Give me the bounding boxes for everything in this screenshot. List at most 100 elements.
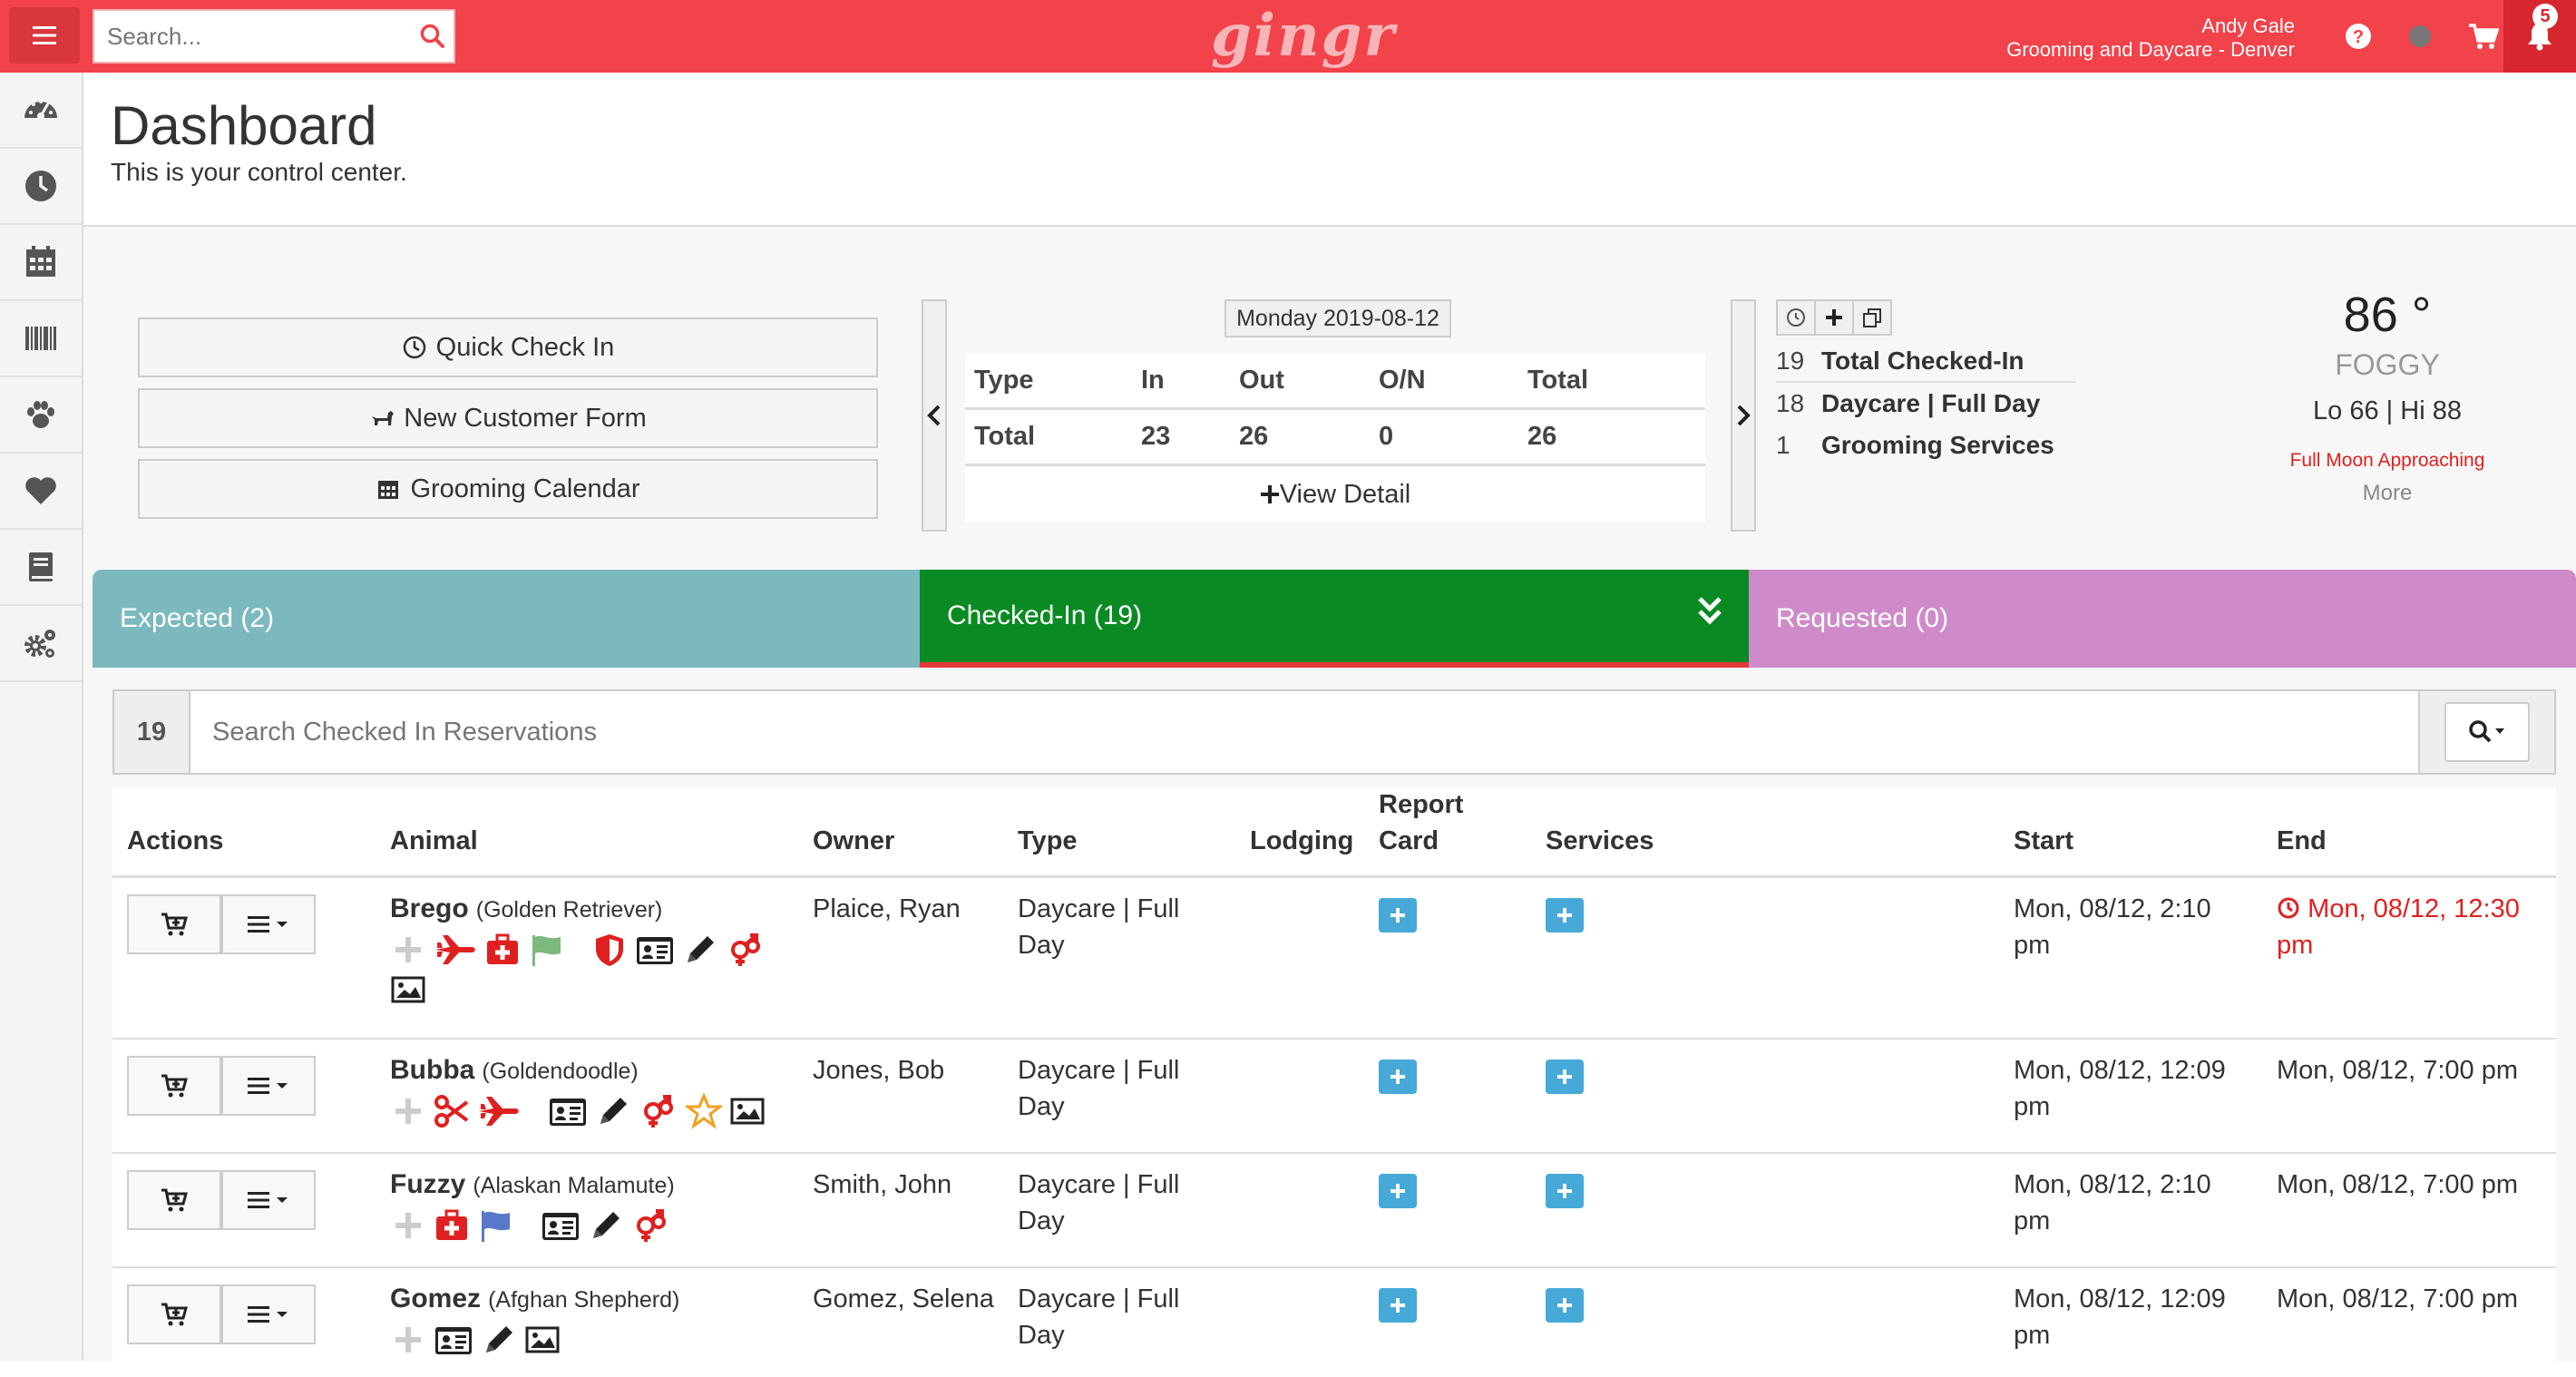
plus-icon — [1390, 908, 1405, 923]
shield-icon[interactable] — [591, 932, 628, 968]
quick-check-in-button[interactable]: Quick Check In — [138, 317, 878, 377]
row-menu-button[interactable] — [221, 1284, 316, 1344]
id-card-icon[interactable] — [548, 1093, 588, 1129]
plus-icon — [1390, 1298, 1405, 1313]
row-cart-button[interactable] — [127, 1284, 221, 1344]
tab-checked-in[interactable]: Checked-In (19) — [920, 570, 1749, 668]
tab-requested[interactable]: Requested (0) — [1749, 570, 2576, 668]
table-row[interactable]: Brego (Golden Retriever) Plaice, Ryan Da… — [112, 878, 2556, 1040]
add-service-button[interactable] — [1546, 1060, 1584, 1094]
id-card-icon[interactable] — [635, 932, 675, 968]
image-icon[interactable] — [524, 1322, 561, 1358]
reservation-search-input[interactable] — [190, 691, 2418, 773]
image-icon[interactable] — [390, 972, 426, 1008]
owner-cell[interactable]: Plaice, Ryan — [813, 891, 961, 927]
medical-kit-icon[interactable] — [484, 932, 521, 968]
table-row[interactable]: Gomez (Afghan Shepherd) Gomez, Selena Da… — [112, 1268, 2556, 1377]
add-report-card-button[interactable] — [1379, 898, 1417, 933]
sidebar-item-favorites[interactable] — [0, 454, 82, 530]
status-dot-icon[interactable] — [2404, 20, 2436, 53]
pencil-icon[interactable] — [588, 1207, 624, 1244]
blue-flag-icon[interactable] — [477, 1207, 513, 1244]
double-chevron-down-icon[interactable] — [1696, 595, 1723, 628]
medical-kit-icon[interactable] — [434, 1207, 470, 1244]
search-icon[interactable] — [411, 11, 454, 62]
hamburger-menu-button[interactable] — [9, 7, 80, 63]
row-cart-button[interactable] — [127, 1056, 221, 1116]
add-service-button[interactable] — [1546, 1174, 1584, 1208]
animal-name[interactable]: Fuzzy — [390, 1169, 465, 1199]
stats-date[interactable]: Monday 2019-08-12 — [1225, 299, 1451, 337]
plus-gray-icon[interactable] — [390, 1207, 426, 1244]
image-icon[interactable] — [729, 1093, 766, 1129]
star-icon[interactable] — [686, 1093, 722, 1129]
plus-gray-icon[interactable] — [390, 932, 426, 968]
plus-gray-icon[interactable] — [390, 1322, 426, 1358]
add-service-button[interactable] — [1546, 1288, 1584, 1323]
previous-day-button[interactable] — [922, 299, 947, 532]
help-icon[interactable]: ? — [2342, 20, 2375, 53]
stats-table: Type In Out O/N Total Total 23 26 0 26 V… — [965, 354, 1705, 522]
animal-name[interactable]: Gomez — [390, 1284, 481, 1314]
new-customer-form-button[interactable]: New Customer Form — [138, 388, 878, 448]
cart-icon[interactable] — [2467, 20, 2500, 53]
pencil-icon[interactable] — [595, 1093, 631, 1129]
notifications-button[interactable]: 5 — [2503, 0, 2576, 73]
row-menu-button[interactable] — [221, 1056, 316, 1116]
table-row[interactable]: Bubba (Goldendoodle) Jones, Bob Daycare … — [112, 1040, 2556, 1154]
tab-expected[interactable]: Expected (2) — [93, 570, 920, 668]
owner-cell[interactable]: Smith, John — [813, 1167, 951, 1203]
user-info[interactable]: Andy Gale Grooming and Daycare - Denver — [2006, 15, 2295, 62]
grooming-calendar-button[interactable]: Grooming Calendar — [138, 459, 878, 519]
end-cell: Mon, 08/12, 7:00 pm — [2277, 1056, 2518, 1085]
sidebar-item-dashboard[interactable] — [0, 73, 82, 149]
history-icon[interactable] — [1776, 299, 1816, 336]
pencil-icon[interactable] — [481, 1322, 517, 1358]
male-female-icon[interactable] — [631, 1207, 671, 1244]
add-report-card-button[interactable] — [1379, 1288, 1417, 1323]
hamburger-icon — [33, 26, 56, 44]
view-detail-link[interactable]: View Detail — [965, 466, 1705, 522]
airplane-icon[interactable] — [477, 1093, 521, 1129]
owner-cell[interactable]: Gomez, Selena — [813, 1281, 994, 1317]
search-options-button[interactable] — [2444, 702, 2530, 762]
scissors-icon[interactable] — [434, 1093, 470, 1129]
sidebar-item-calendar[interactable] — [0, 225, 82, 301]
global-search — [93, 9, 455, 63]
male-female-icon[interactable] — [726, 932, 766, 968]
global-search-input[interactable] — [94, 11, 411, 62]
add-report-card-button[interactable] — [1379, 1060, 1417, 1094]
weather-more-link[interactable]: More — [2269, 481, 2505, 506]
copy-icon[interactable] — [1852, 299, 1892, 336]
id-card-icon[interactable] — [541, 1207, 581, 1244]
dog-icon — [372, 411, 395, 425]
sidebar-item-clock[interactable] — [0, 149, 82, 225]
green-flag-icon[interactable] — [528, 932, 564, 968]
summary-row[interactable]: 1 Grooming Services — [1776, 425, 2075, 466]
row-cart-button[interactable] — [127, 894, 221, 954]
gingr-logo[interactable]: gingr — [1211, 2, 1396, 70]
airplane-icon[interactable] — [434, 932, 477, 968]
sidebar-item-barcode[interactable] — [0, 301, 82, 377]
pencil-icon[interactable] — [682, 932, 718, 968]
sidebar-item-reports[interactable] — [0, 530, 82, 606]
add-icon[interactable] — [1814, 299, 1854, 336]
male-female-icon[interactable] — [639, 1093, 678, 1129]
row-menu-button[interactable] — [221, 1170, 316, 1230]
plus-gray-icon[interactable] — [390, 1093, 426, 1129]
animal-name[interactable]: Bubba — [390, 1055, 474, 1085]
animal-flags-row-2 — [390, 972, 766, 1008]
id-card-icon[interactable] — [434, 1322, 473, 1358]
add-report-card-button[interactable] — [1379, 1174, 1417, 1208]
animal-name[interactable]: Brego — [390, 894, 469, 923]
sidebar-item-settings[interactable] — [0, 606, 82, 682]
row-cart-button[interactable] — [127, 1170, 221, 1230]
summary-row[interactable]: 18 Daycare | Full Day — [1776, 383, 2075, 425]
sidebar-item-animals[interactable] — [0, 377, 82, 454]
summary-row[interactable]: 19 Total Checked-In — [1776, 341, 2075, 383]
table-row[interactable]: Fuzzy (Alaskan Malamute) Smith, John Day… — [112, 1154, 2556, 1268]
owner-cell[interactable]: Jones, Bob — [813, 1052, 944, 1089]
row-menu-button[interactable] — [221, 894, 316, 954]
add-service-button[interactable] — [1546, 898, 1584, 933]
next-day-button[interactable] — [1731, 299, 1756, 532]
